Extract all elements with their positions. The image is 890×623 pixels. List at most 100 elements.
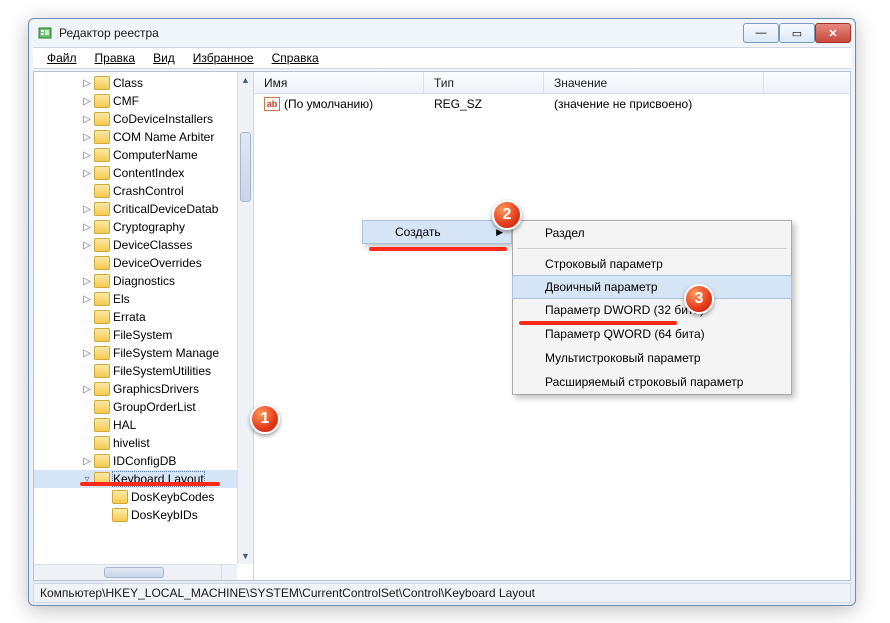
tree-label: GroupOrderList xyxy=(113,400,196,414)
list-header: Имя Тип Значение xyxy=(254,72,850,94)
tree-node[interactable]: ▷COM Name Arbiter xyxy=(34,128,237,146)
tree-node[interactable]: ▷ContentIndex xyxy=(34,164,237,182)
list-row-default[interactable]: ab (По умолчанию) REG_SZ (значение не пр… xyxy=(254,94,850,114)
expand-icon[interactable]: ▷ xyxy=(80,132,94,143)
folder-icon xyxy=(94,148,110,162)
expand-icon[interactable]: ▷ xyxy=(80,114,94,125)
expand-icon[interactable]: ▷ xyxy=(80,276,94,287)
tree-label: DeviceOverrides xyxy=(113,256,202,270)
menu-item-qword[interactable]: Параметр QWORD (64 бита) xyxy=(513,322,791,346)
col-type[interactable]: Тип xyxy=(424,72,544,93)
context-submenu-new[interactable]: Раздел Строковый параметр Двоичный парам… xyxy=(512,220,792,395)
expand-icon[interactable]: ▷ xyxy=(80,168,94,179)
cell-name: (По умолчанию) xyxy=(284,97,373,111)
expand-icon[interactable]: ▷ xyxy=(80,222,94,233)
regedit-icon xyxy=(37,25,53,41)
menu-item-create[interactable]: Создать ▶ xyxy=(362,220,512,244)
tree-node[interactable]: CrashControl xyxy=(34,182,237,200)
expand-icon[interactable]: ▷ xyxy=(80,456,94,467)
scroll-thumb[interactable] xyxy=(240,132,251,202)
folder-icon xyxy=(94,436,110,450)
tree-node[interactable]: ▷ Cryptography xyxy=(34,218,237,236)
tree-pane: ▷Class▷CMF▷CoDeviceInstallers▷COM Name A… xyxy=(34,72,254,580)
folder-icon xyxy=(112,490,128,504)
col-value[interactable]: Значение xyxy=(544,72,764,93)
folder-icon xyxy=(112,508,128,522)
tree-label: HAL xyxy=(113,418,136,432)
menu-item-section[interactable]: Раздел xyxy=(513,221,791,245)
window-title: Редактор реестра xyxy=(59,26,743,40)
tree-label: hivelist xyxy=(113,436,150,450)
expand-icon[interactable]: ▷ xyxy=(80,384,94,395)
tree-vertical-scrollbar[interactable]: ▲ ▼ xyxy=(237,72,253,564)
tree-node[interactable]: DosKeybIDs xyxy=(34,506,237,524)
tree-node[interactable]: ▷CoDeviceInstallers xyxy=(34,110,237,128)
hscroll-thumb[interactable] xyxy=(104,567,164,578)
col-name[interactable]: Имя xyxy=(254,72,424,93)
cell-value: (значение не присвоено) xyxy=(544,97,764,111)
menubar: Файл Правка Вид Избранное Справка xyxy=(33,47,851,69)
folder-icon xyxy=(94,328,110,342)
folder-icon xyxy=(94,76,110,90)
tree-node[interactable]: ▷ GraphicsDrivers xyxy=(34,380,237,398)
menu-help[interactable]: Справка xyxy=(264,49,327,67)
tree-view[interactable]: ▷Class▷CMF▷CoDeviceInstallers▷COM Name A… xyxy=(34,72,237,564)
tree-node[interactable]: Errata xyxy=(34,308,237,326)
tree-node[interactable]: ▷Class xyxy=(34,74,237,92)
folder-icon xyxy=(94,346,110,360)
scroll-down-arrow[interactable]: ▼ xyxy=(238,548,253,564)
tree-node[interactable]: ▷CMF xyxy=(34,92,237,110)
expand-icon[interactable]: ▷ xyxy=(80,78,94,89)
tree-node[interactable]: ▷CriticalDeviceDatab xyxy=(34,200,237,218)
menu-item-dword[interactable]: Параметр DWORD (32 бита) xyxy=(513,298,791,322)
menu-item-expandstring[interactable]: Расширяемый строковый параметр xyxy=(513,370,791,394)
menu-item-binary[interactable]: Двоичный параметр xyxy=(512,275,792,299)
folder-icon xyxy=(94,112,110,126)
expand-icon[interactable]: ▷ xyxy=(80,348,94,359)
menu-edit[interactable]: Правка xyxy=(87,49,144,67)
menu-item-string[interactable]: Строковый параметр xyxy=(513,252,791,276)
tree-node[interactable]: hivelist xyxy=(34,434,237,452)
tree-label: GraphicsDrivers xyxy=(113,382,199,396)
annotation-marker-1: 1 xyxy=(250,404,280,434)
menu-file[interactable]: Файл xyxy=(39,49,85,67)
expand-icon[interactable]: ▷ xyxy=(80,294,94,305)
tree-label: Cryptography xyxy=(113,220,185,234)
cell-type: REG_SZ xyxy=(424,97,544,111)
expand-icon[interactable]: ▷ xyxy=(80,240,94,251)
tree-node[interactable]: ▷FileSystem Manage xyxy=(34,344,237,362)
tree-horizontal-scrollbar[interactable] xyxy=(34,564,237,580)
titlebar[interactable]: Редактор реестра — ▭ ✕ xyxy=(29,19,855,47)
tree-node[interactable]: FileSystem xyxy=(34,326,237,344)
tree-node[interactable]: ▷ Els xyxy=(34,290,237,308)
menu-separator xyxy=(517,248,787,249)
tree-node[interactable]: GroupOrderList xyxy=(34,398,237,416)
tree-label: Els xyxy=(113,292,130,306)
maximize-button[interactable]: ▭ xyxy=(779,23,815,43)
tree-node[interactable]: HAL xyxy=(34,416,237,434)
folder-icon xyxy=(94,364,110,378)
tree-label: Diagnostics xyxy=(113,274,175,288)
tree-label: Errata xyxy=(113,310,146,324)
folder-icon xyxy=(94,292,110,306)
expand-icon[interactable]: ▷ xyxy=(80,204,94,215)
tree-node[interactable]: FileSystemUtilities xyxy=(34,362,237,380)
expand-icon[interactable]: ▷ xyxy=(80,150,94,161)
minimize-button[interactable]: — xyxy=(743,23,779,43)
menu-item-multistring[interactable]: Мультистроковый параметр xyxy=(513,346,791,370)
tree-node[interactable]: ▷ ComputerName xyxy=(34,146,237,164)
menu-view[interactable]: Вид xyxy=(145,49,183,67)
tree-node[interactable]: DeviceOverrides xyxy=(34,254,237,272)
scroll-up-arrow[interactable]: ▲ xyxy=(238,72,253,88)
tree-node[interactable]: ▷ Diagnostics xyxy=(34,272,237,290)
status-path: Компьютер\HKEY_LOCAL_MACHINE\SYSTEM\Curr… xyxy=(40,586,535,600)
menu-favorites[interactable]: Избранное xyxy=(185,49,262,67)
folder-icon xyxy=(94,238,110,252)
context-menu[interactable]: Создать ▶ xyxy=(362,220,512,244)
tree-node[interactable]: ▷DeviceClasses xyxy=(34,236,237,254)
tree-node[interactable]: DosKeybCodes xyxy=(34,488,237,506)
expand-icon[interactable]: ▷ xyxy=(80,96,94,107)
tree-label: ComputerName xyxy=(113,148,198,162)
close-button[interactable]: ✕ xyxy=(815,23,851,43)
tree-node[interactable]: ▷IDConfigDB xyxy=(34,452,237,470)
